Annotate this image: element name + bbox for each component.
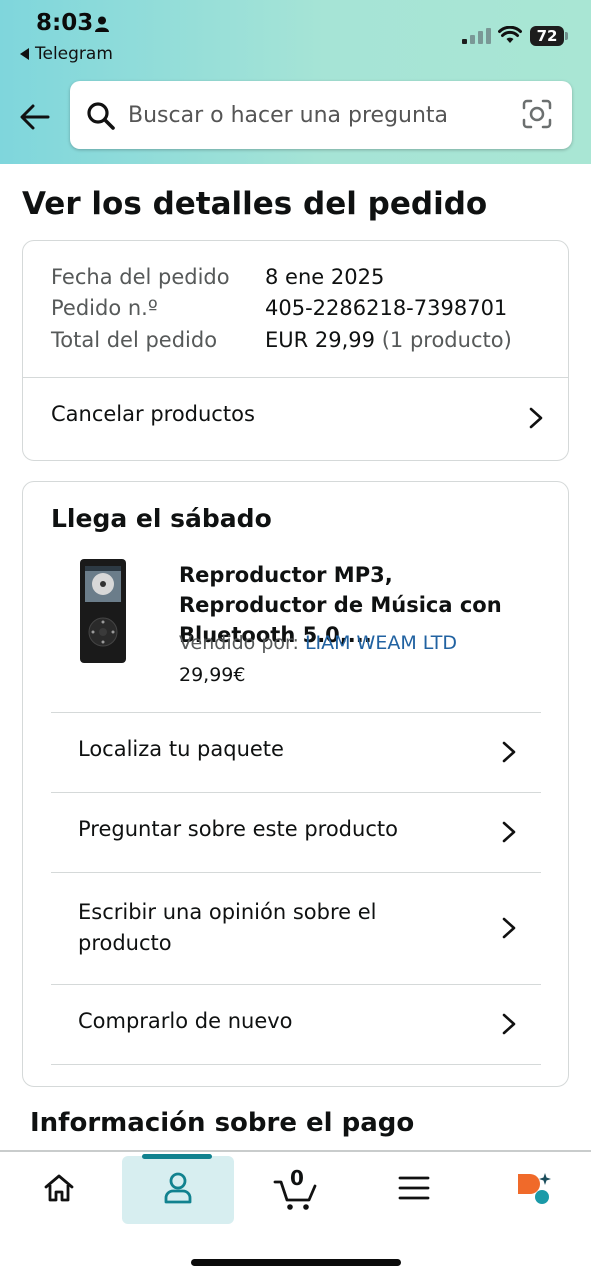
- menu-icon: [398, 1176, 430, 1200]
- chevron-right-icon: [502, 1013, 516, 1035]
- order-number-value: 405-2286218-7398701: [265, 296, 508, 320]
- arrival-heading: Llega el sábado: [51, 504, 272, 533]
- back-arrow-icon[interactable]: [18, 100, 52, 134]
- order-date-value: 8 ene 2025: [265, 265, 385, 289]
- person-icon: [95, 16, 109, 32]
- camera-scan-icon[interactable]: [522, 99, 552, 129]
- search-icon: [87, 102, 115, 130]
- nav-menu[interactable]: [358, 1152, 470, 1224]
- nav-rufus[interactable]: [476, 1152, 591, 1224]
- nav-account[interactable]: [122, 1152, 234, 1224]
- page-title: Ver los detalles del pedido: [22, 186, 488, 222]
- chevron-right-icon: [502, 741, 516, 763]
- shipment-card: Llega el sábado Reproductor MP3, Reprodu…: [22, 481, 569, 1087]
- seller-line: Vendido por: LIAM WEAM LTD: [179, 632, 457, 654]
- payment-info-heading: Información sobre el pago: [30, 1108, 415, 1138]
- track-package-row[interactable]: Localiza tu paquete: [51, 713, 541, 792]
- seller-link[interactable]: LIAM WEAM LTD: [305, 632, 457, 654]
- status-time: 8:03: [36, 10, 94, 36]
- cellular-signal-icon: [462, 28, 491, 44]
- cancel-products-label: Cancelar productos: [51, 402, 255, 426]
- order-number-label: Pedido n.º: [51, 296, 158, 320]
- buy-again-label: Comprarlo de nuevo: [78, 1009, 293, 1033]
- divider: [51, 1064, 541, 1065]
- wifi-icon: [498, 26, 522, 43]
- back-app-label: Telegram: [35, 44, 113, 64]
- chevron-right-icon: [502, 821, 516, 843]
- nav-home[interactable]: [0, 1152, 118, 1224]
- write-review-label: Escribir una opinión sobre el producto: [78, 900, 377, 955]
- buy-again-row[interactable]: Comprarlo de nuevo: [51, 985, 541, 1064]
- home-indicator: [191, 1259, 401, 1266]
- write-review-row[interactable]: Escribir una opinión sobre el producto: [51, 873, 541, 984]
- search-bar[interactable]: [70, 81, 572, 149]
- order-total-label: Total del pedido: [51, 328, 218, 352]
- battery-cap: [565, 32, 568, 40]
- ask-product-label: Preguntar sobre este producto: [78, 817, 398, 841]
- order-total-amount: EUR 29,99: [265, 328, 376, 352]
- back-triangle-icon: [20, 48, 29, 60]
- ask-product-row[interactable]: Preguntar sobre este producto: [51, 793, 541, 872]
- cancel-products-row[interactable]: Cancelar productos: [23, 378, 568, 460]
- home-icon: [44, 1174, 74, 1202]
- order-summary-card: Fecha del pedido 8 ene 2025 Pedido n.º 4…: [22, 240, 569, 461]
- chevron-right-icon: [502, 917, 516, 939]
- order-total-value: EUR 29,99 (1 producto): [265, 328, 512, 352]
- product-price: 29,99€: [179, 664, 246, 686]
- rufus-ai-icon: [517, 1173, 551, 1204]
- account-icon: [164, 1172, 192, 1204]
- chevron-right-icon: [529, 407, 543, 429]
- battery-level: 72: [530, 26, 564, 46]
- battery-indicator: 72: [530, 26, 568, 46]
- back-to-app-link[interactable]: Telegram: [20, 44, 113, 64]
- order-total-count: (1 producto): [381, 328, 512, 352]
- cart-count: 0: [290, 1166, 304, 1190]
- order-date-label: Fecha del pedido: [51, 265, 230, 289]
- seller-prefix: Vendido por:: [179, 632, 299, 654]
- header: 8:03 Telegram 72: [0, 0, 591, 164]
- search-input[interactable]: [128, 97, 508, 133]
- product-image[interactable]: [79, 558, 127, 664]
- track-package-label: Localiza tu paquete: [78, 737, 284, 761]
